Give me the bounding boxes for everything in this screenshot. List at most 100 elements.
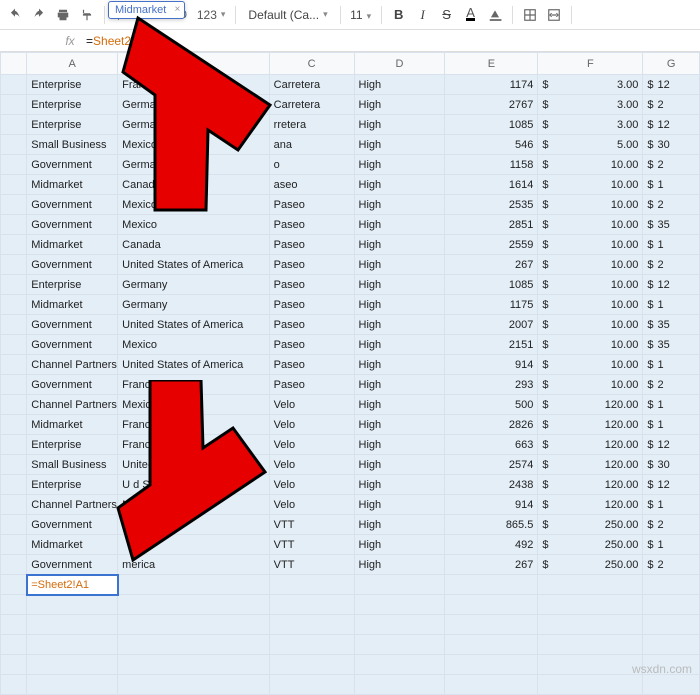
active-cell[interactable]: =Sheet2!A1 (27, 575, 118, 595)
cell[interactable]: Paseo (269, 235, 354, 255)
table-row[interactable]: EnterpriseU d StatVeloHigh2438$120.00$12 (1, 475, 700, 495)
cell[interactable]: $2 (643, 95, 700, 115)
cell[interactable]: $10.00 (538, 355, 643, 375)
cell[interactable]: Mexico (118, 395, 270, 415)
cell[interactable]: 2851 (445, 215, 538, 235)
cell[interactable]: High (354, 435, 445, 455)
cell[interactable] (354, 635, 445, 655)
cell[interactable]: $10.00 (538, 195, 643, 215)
table-row[interactable]: =Sheet2!A1 (1, 575, 700, 595)
cell[interactable]: Germany (118, 275, 270, 295)
row-header[interactable] (1, 455, 27, 475)
cell[interactable]: $1 (643, 355, 700, 375)
table-row[interactable]: Small BusinessUnited States of caVeloHig… (1, 455, 700, 475)
cell[interactable]: $5.00 (538, 135, 643, 155)
cell[interactable]: Government (27, 195, 118, 215)
cell[interactable]: Paseo (269, 195, 354, 215)
cell[interactable] (269, 635, 354, 655)
cell[interactable]: Mexico (118, 335, 270, 355)
row-header[interactable] (1, 95, 27, 115)
cell[interactable]: Channel Partners (27, 495, 118, 515)
table-row[interactable]: Channel PartnersMexicoVeloHigh500$120.00… (1, 395, 700, 415)
cell[interactable]: $3.00 (538, 115, 643, 135)
cell[interactable] (445, 655, 538, 675)
cell[interactable]: High (354, 215, 445, 235)
cell[interactable]: 492 (445, 535, 538, 555)
cell[interactable]: High (354, 335, 445, 355)
row-header[interactable] (1, 635, 27, 655)
cell[interactable] (27, 635, 118, 655)
cell[interactable]: $35 (643, 335, 700, 355)
cell[interactable]: Mexico (118, 495, 270, 515)
cell[interactable]: Velo (269, 455, 354, 475)
table-row[interactable]: EnterpriseFranceCarreteraHigh1174$3.00$1… (1, 75, 700, 95)
cell[interactable]: $120.00 (538, 415, 643, 435)
print-button[interactable] (52, 4, 74, 26)
cell[interactable]: Paseo (269, 335, 354, 355)
table-row[interactable]: EnterpriseGermanyCarreteraHigh2767$3.00$… (1, 95, 700, 115)
cell[interactable]: Midmarket (27, 415, 118, 435)
row-header[interactable] (1, 535, 27, 555)
cell[interactable] (269, 655, 354, 675)
bold-button[interactable]: B (388, 4, 410, 26)
cell[interactable]: Paseo (269, 355, 354, 375)
cell[interactable] (269, 675, 354, 695)
cell[interactable]: Enterprise (27, 75, 118, 95)
cell[interactable] (269, 575, 354, 595)
cell[interactable]: Paseo (269, 375, 354, 395)
cell[interactable]: High (354, 355, 445, 375)
cell[interactable]: $2 (643, 375, 700, 395)
row-header[interactable] (1, 315, 27, 335)
cell[interactable]: $10.00 (538, 375, 643, 395)
cell[interactable]: Government (27, 155, 118, 175)
cell[interactable]: $120.00 (538, 495, 643, 515)
cell[interactable]: $1 (643, 235, 700, 255)
cell[interactable] (354, 595, 445, 615)
cell[interactable]: High (354, 555, 445, 575)
cell[interactable]: rretera (269, 115, 354, 135)
cell[interactable] (118, 615, 270, 635)
undo-button[interactable] (4, 4, 26, 26)
cell[interactable]: High (354, 475, 445, 495)
cell[interactable] (445, 635, 538, 655)
cell[interactable]: $3.00 (538, 75, 643, 95)
row-header[interactable] (1, 655, 27, 675)
cell[interactable]: $12 (643, 475, 700, 495)
cell[interactable]: $30 (643, 455, 700, 475)
table-row[interactable] (1, 595, 700, 615)
cell[interactable]: $10.00 (538, 255, 643, 275)
borders-button[interactable] (519, 4, 541, 26)
table-row[interactable]: MidmarketFranceVeloHigh2826$120.00$1 (1, 415, 700, 435)
row-header[interactable] (1, 355, 27, 375)
row-header[interactable] (1, 115, 27, 135)
cell[interactable] (643, 635, 700, 655)
cell[interactable]: $10.00 (538, 295, 643, 315)
cell[interactable] (445, 675, 538, 695)
row-header[interactable] (1, 135, 27, 155)
cell[interactable]: 2151 (445, 335, 538, 355)
cell[interactable]: $10.00 (538, 215, 643, 235)
cell[interactable] (118, 595, 270, 615)
table-row[interactable]: Channel PartnersMexicoVeloHigh914$120.00… (1, 495, 700, 515)
cell[interactable]: $2 (643, 155, 700, 175)
cell[interactable]: High (354, 535, 445, 555)
cell[interactable]: High (354, 175, 445, 195)
cell[interactable]: High (354, 275, 445, 295)
cell[interactable]: Midmarket (27, 175, 118, 195)
cell[interactable]: Midmarket (27, 535, 118, 555)
row-header[interactable] (1, 375, 27, 395)
row-header[interactable] (1, 75, 27, 95)
cell[interactable]: 2574 (445, 455, 538, 475)
cell[interactable]: $3.00 (538, 95, 643, 115)
cell[interactable] (538, 575, 643, 595)
row-header[interactable] (1, 495, 27, 515)
merge-cells-button[interactable] (543, 4, 565, 26)
cell[interactable]: Germany (118, 115, 270, 135)
cell[interactable]: 865.5 (445, 515, 538, 535)
italic-button[interactable]: I (412, 4, 434, 26)
row-header[interactable] (1, 295, 27, 315)
cell[interactable]: ana (269, 135, 354, 155)
cell[interactable]: 2826 (445, 415, 538, 435)
cell[interactable]: 1614 (445, 175, 538, 195)
cell[interactable]: Velo (269, 475, 354, 495)
